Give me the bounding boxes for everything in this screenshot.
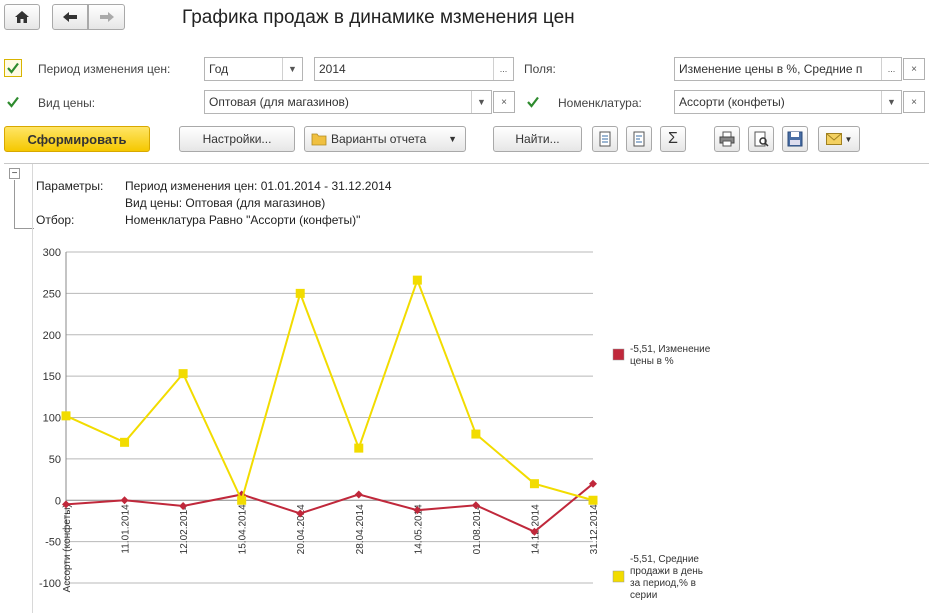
legend-entry-1-line2: цены в % <box>630 356 674 367</box>
dropdown-arrow-icon[interactable]: ▼ <box>471 91 491 113</box>
collapse-groups-button[interactable] <box>626 126 652 152</box>
price-type-label: Вид цены: <box>38 96 96 110</box>
settings-button[interactable]: Настройки... <box>179 126 295 152</box>
nomenclature-label: Номенклатура: <box>558 96 642 110</box>
send-mail-button[interactable]: ▼ <box>818 126 860 152</box>
find-button[interactable]: Найти... <box>493 126 582 152</box>
home-button[interactable] <box>4 4 40 30</box>
printer-icon <box>719 131 735 147</box>
period-checkbox[interactable] <box>4 59 22 77</box>
print-button[interactable] <box>714 126 740 152</box>
page-title: Графика продаж в динамике мзменения цен <box>182 7 575 28</box>
checkmark-icon <box>527 96 539 108</box>
report-variants-label: Варианты отчета <box>331 132 427 146</box>
period-type-value: Год <box>209 62 229 76</box>
checkmark-icon <box>7 62 19 74</box>
legend-entry-2: -5,51, Средние продажи в день за период,… <box>630 554 703 602</box>
fields-field[interactable]: Изменение цены в %, Средние п ... <box>674 57 902 81</box>
report-area[interactable]: − Параметры: Период изменения цен: 01.01… <box>4 163 929 613</box>
dropdown-arrow-icon: ▼ <box>844 134 853 144</box>
params-line-1: Период изменения цен: 01.01.2014 - 31.12… <box>125 179 392 193</box>
period-type-select[interactable]: Год ▼ <box>204 57 303 81</box>
params-label: Параметры: <box>36 179 104 193</box>
price-type-value: Оптовая (для магазинов) <box>209 95 349 109</box>
legend-entry-1: -5,51, Изменение цены в % <box>630 344 710 368</box>
report-variants-button[interactable]: Варианты отчета ▼ <box>304 126 466 152</box>
arrow-right-icon <box>99 12 114 22</box>
filter-line: Номенклатура Равно "Ассорти (конфеты)" <box>125 213 361 227</box>
sum-button[interactable]: Σ <box>660 126 686 152</box>
home-icon <box>15 11 29 23</box>
legend-entry-1-line1: -5,51, Изменение <box>630 344 711 355</box>
print-preview-icon <box>754 131 769 147</box>
dropdown-arrow-icon: ▼ <box>448 134 457 144</box>
arrow-left-icon <box>63 12 77 22</box>
legend-entry-2-line1: -5,51, Средние <box>630 554 699 565</box>
legend-entry-2-line3: за период,% в <box>630 578 696 589</box>
fields-value: Изменение цены в %, Средние п <box>679 62 863 76</box>
price-type-checkbox[interactable] <box>4 93 22 111</box>
minus-icon: − <box>11 168 18 179</box>
period-label: Период изменения цен: <box>38 62 171 76</box>
ellipsis-button[interactable]: ... <box>493 58 513 80</box>
dropdown-arrow-icon[interactable]: ▼ <box>282 58 302 80</box>
price-type-clear-button[interactable]: × <box>493 91 515 113</box>
save-button[interactable] <box>782 126 808 152</box>
nomenclature-clear-button[interactable]: × <box>903 91 925 113</box>
legend-entry-2-line4: серии <box>630 590 658 601</box>
nomenclature-checkbox[interactable] <box>524 93 542 111</box>
fields-label: Поля: <box>524 62 556 76</box>
dropdown-arrow-icon[interactable]: ▼ <box>881 91 901 113</box>
nomenclature-value: Ассорти (конфеты) <box>679 95 785 109</box>
generate-button[interactable]: Сформировать <box>4 126 150 152</box>
price-type-select[interactable]: Оптовая (для магазинов) ▼ <box>204 90 492 114</box>
params-line-2: Вид цены: Оптовая (для магазинов) <box>125 196 326 210</box>
sigma-icon: Σ <box>668 130 678 147</box>
fields-clear-button[interactable]: × <box>903 58 925 80</box>
expand-groups-icon <box>599 131 611 147</box>
group-bracket <box>14 180 15 228</box>
back-button[interactable] <box>52 4 88 30</box>
floppy-disk-icon <box>787 131 803 147</box>
collapse-group-button[interactable]: − <box>9 168 20 179</box>
nomenclature-select[interactable]: Ассорти (конфеты) ▼ <box>674 90 902 114</box>
preview-button[interactable] <box>748 126 774 152</box>
checkmark-icon <box>7 96 19 108</box>
report-left-border <box>32 164 33 613</box>
envelope-icon <box>825 133 842 145</box>
expand-groups-button[interactable] <box>592 126 618 152</box>
forward-button[interactable] <box>88 4 125 30</box>
collapse-groups-icon <box>633 131 645 147</box>
group-bracket-bottom <box>14 228 34 229</box>
folder-icon <box>311 133 327 146</box>
period-value: 2014 <box>319 62 346 76</box>
filter-label: Отбор: <box>36 213 75 227</box>
ellipsis-button[interactable]: ... <box>881 58 901 80</box>
period-value-field[interactable]: 2014 ... <box>314 57 514 81</box>
legend-entry-2-line2: продажи в день <box>630 566 703 577</box>
